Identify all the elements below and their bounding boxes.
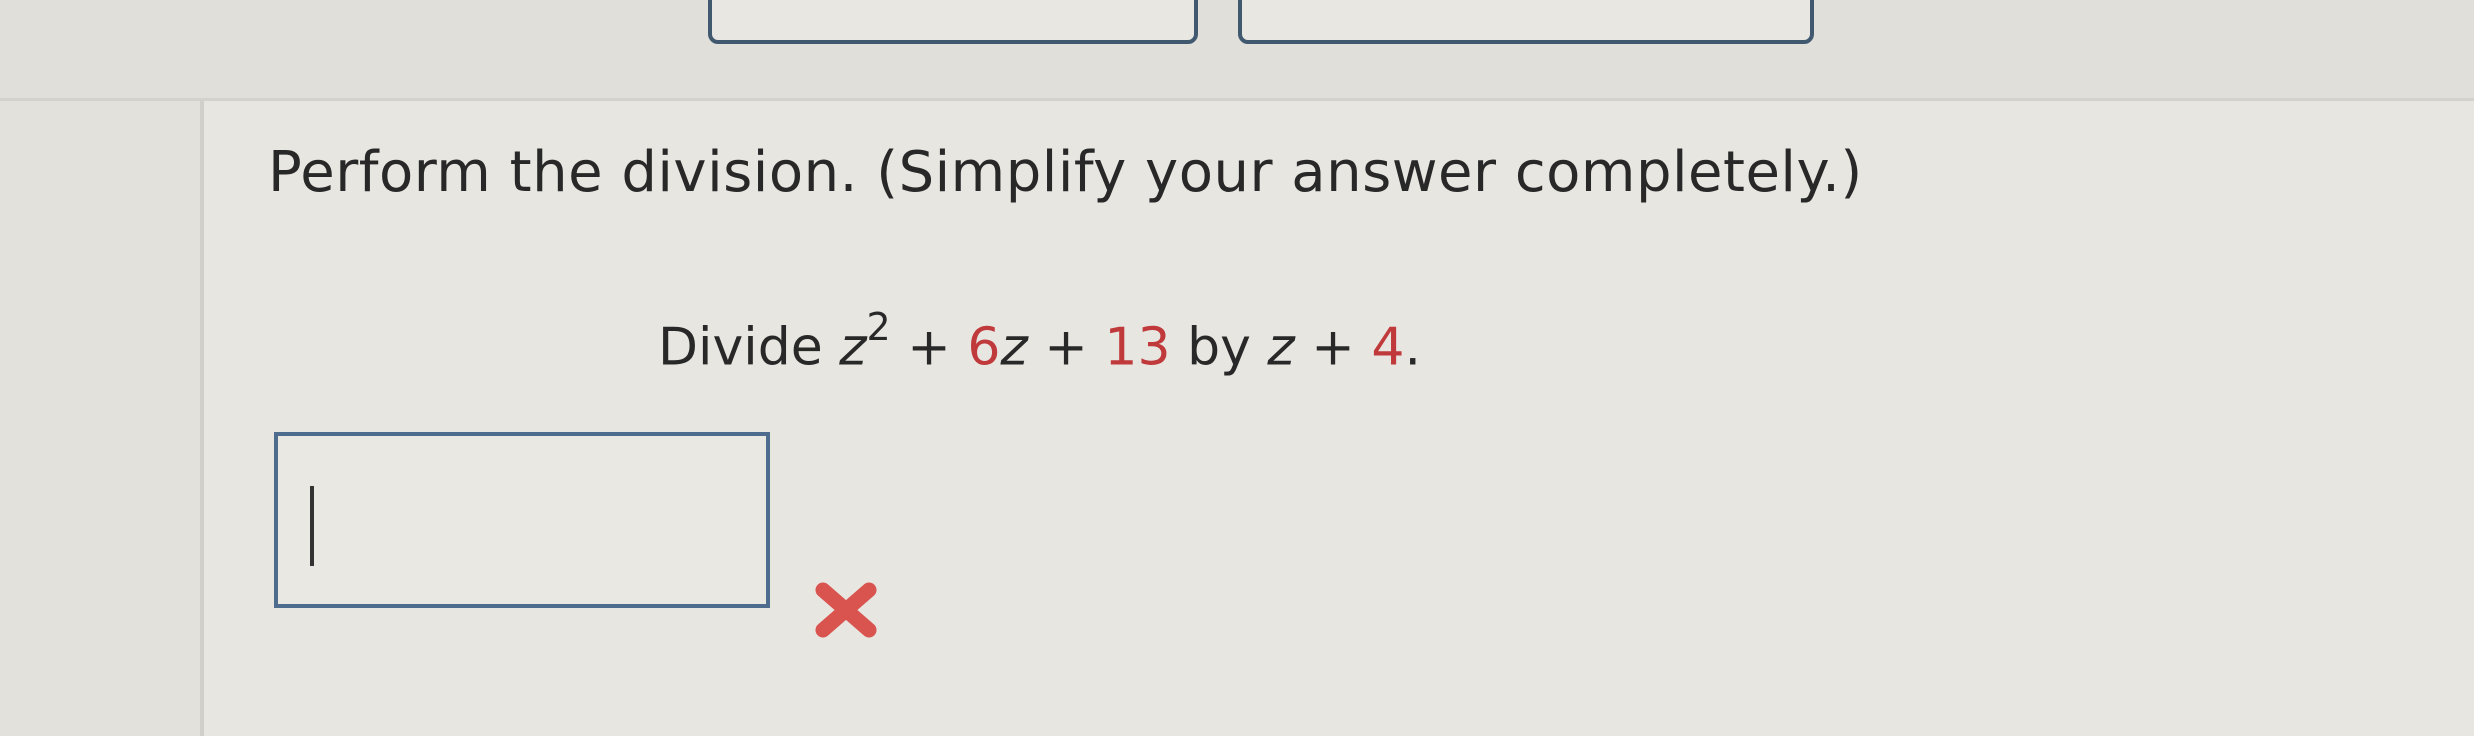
dividend-exponent: 2 bbox=[866, 305, 891, 349]
divisor-plus: + bbox=[1311, 317, 1355, 378]
divide-label: Divide bbox=[658, 317, 823, 378]
problem-statement: Divide z2 + 6z + 13 by z + 4. bbox=[658, 298, 1421, 382]
dividend-plus-1: + bbox=[907, 317, 951, 378]
dividend-constant: 13 bbox=[1104, 317, 1171, 378]
divisor-constant: 4 bbox=[1371, 317, 1405, 378]
dividend-plus-2: + bbox=[1044, 317, 1088, 378]
by-label: by bbox=[1187, 317, 1251, 378]
x-mark-icon bbox=[815, 582, 877, 638]
toolbar-button-1[interactable] bbox=[708, 0, 1198, 44]
answer-input[interactable] bbox=[274, 432, 770, 608]
dividend-coefficient: 6 bbox=[967, 317, 1001, 378]
left-gutter bbox=[0, 101, 200, 736]
divisor-variable: z bbox=[1267, 317, 1295, 378]
dividend-variable-2: z bbox=[1000, 317, 1028, 378]
dividend-variable: z bbox=[839, 317, 867, 378]
question-instructions: Perform the division. (Simplify your ans… bbox=[268, 140, 1863, 205]
top-toolbar bbox=[0, 0, 2474, 98]
problem-period: . bbox=[1404, 317, 1421, 378]
text-cursor bbox=[310, 486, 314, 566]
toolbar-button-2[interactable] bbox=[1238, 0, 1814, 44]
